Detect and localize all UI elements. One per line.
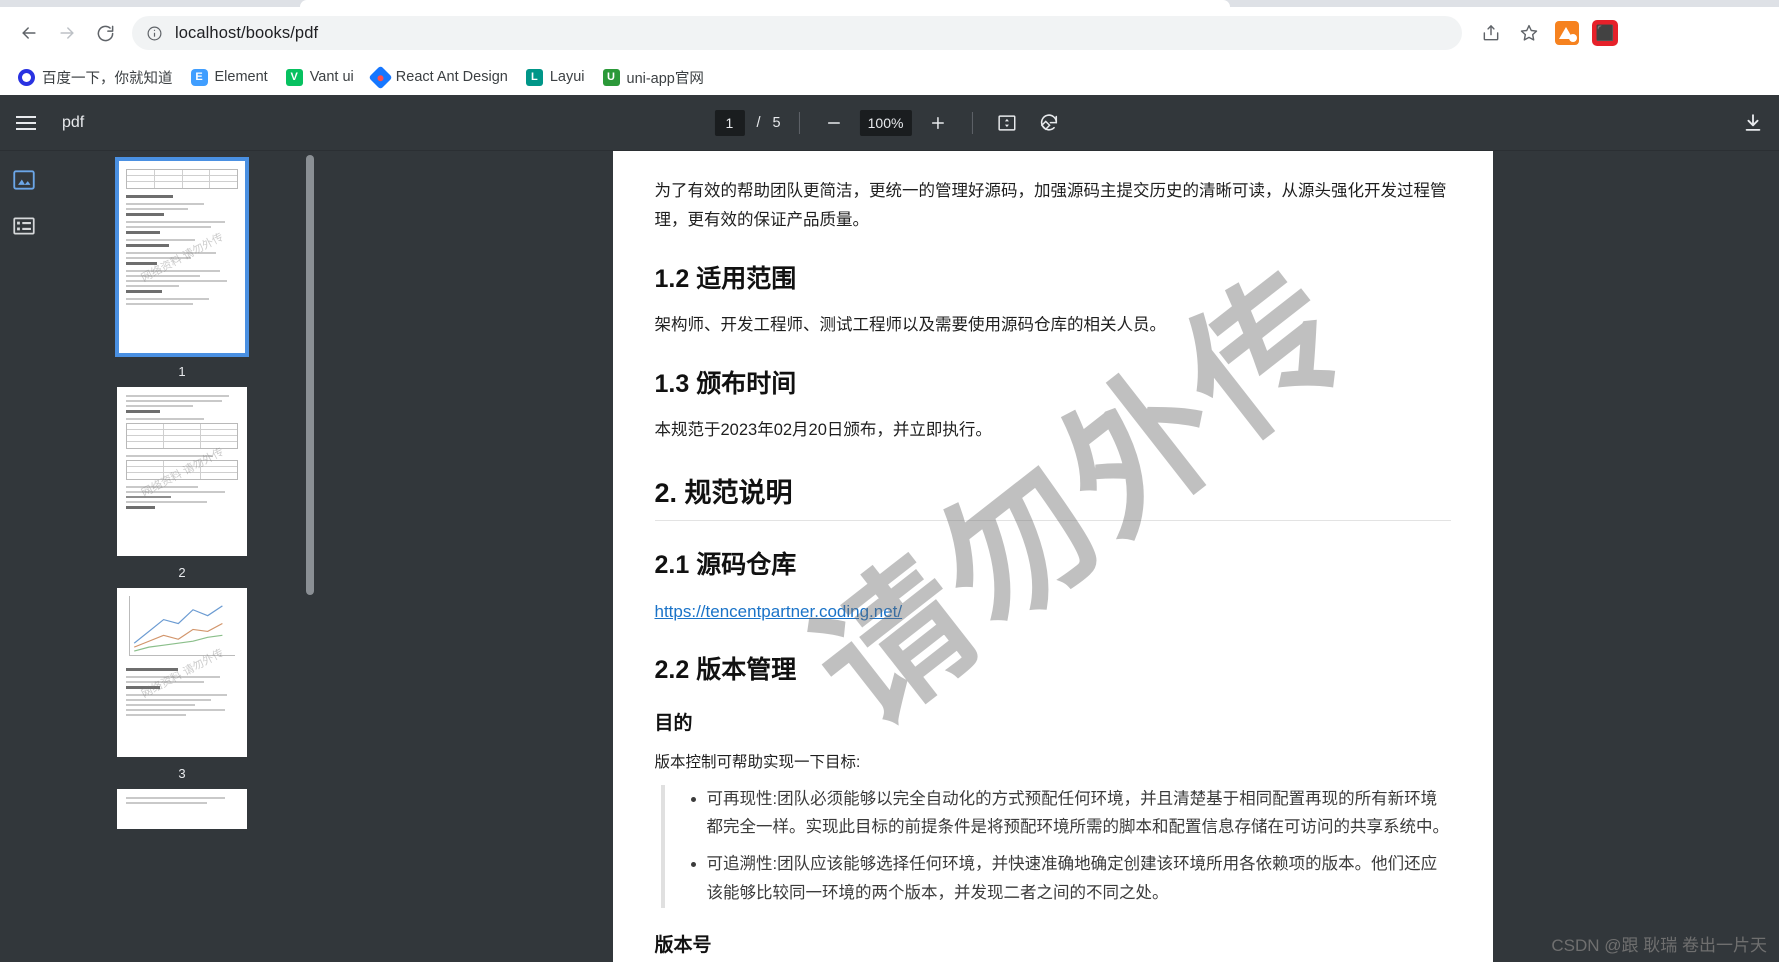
doc-paragraph-1-2: 架构师、开发工程师、测试工程师以及需要使用源码仓库的相关人员。 <box>654 315 1167 334</box>
browser-chrome: localhost/books/pdf ⬛ 百度一下，你就知道 Element … <box>0 0 1779 95</box>
doc-heading-2-2: 2.2 版本管理 <box>654 656 797 685</box>
zoom-level-value[interactable]: 100% <box>859 110 912 136</box>
pdf-right-controls <box>1737 95 1769 151</box>
bookmark-item-baidu[interactable]: 百度一下，你就知道 <box>10 63 181 91</box>
divider <box>798 112 800 134</box>
document-outline-icon[interactable] <box>9 211 39 241</box>
extension-red-icon[interactable]: ⬛ <box>1588 16 1622 50</box>
pdf-page-viewport[interactable]: 为了有效的帮助团队更简洁，更统一的管理好源码，加强源码主提交历史的清晰可读，从源… <box>316 151 1779 962</box>
thumbnail-item[interactable] <box>48 789 316 829</box>
rotate-counterclockwise-icon[interactable] <box>1033 107 1065 139</box>
doc-paragraph-purpose: 版本控制可帮助实现一下目标: <box>654 754 861 772</box>
doc-heading-2: 2. 规范说明 <box>654 471 1451 521</box>
thumbnail-number: 3 <box>178 766 186 781</box>
download-icon[interactable] <box>1737 107 1769 139</box>
vant-icon <box>285 68 303 86</box>
share-icon[interactable] <box>1474 16 1508 50</box>
doc-intro-paragraph: 为了有效的帮助团队更简洁，更统一的管理好源码，加强源码主提交历史的清晰可读，从源… <box>654 182 1447 229</box>
extension-orange-icon[interactable] <box>1550 16 1584 50</box>
doc-heading-1-2: 1.2 适用范围 <box>654 264 797 293</box>
thumbnail-page-4[interactable] <box>117 789 247 829</box>
uniapp-icon <box>602 68 620 86</box>
bookmark-label: Vant ui <box>309 69 354 85</box>
active-tab[interactable] <box>300 0 1230 7</box>
pdf-body: 网络资料 请勿外传 1 网络资料 请勿外传 2 网络资料 请勿外传 3 为了有效… <box>0 151 1779 962</box>
pdf-thumbnail-panel[interactable]: 网络资料 请勿外传 1 网络资料 请勿外传 2 网络资料 请勿外传 3 <box>48 151 316 962</box>
csdn-watermark: CSDN @跟 耿瑞 卷出一片天 <box>1551 936 1767 955</box>
bookmark-item-react-ant-design[interactable]: React Ant Design <box>364 63 516 91</box>
reload-button[interactable] <box>88 16 122 50</box>
doc-heading-version-no: 版本号 <box>654 935 712 956</box>
thumbnail-chart <box>129 596 235 656</box>
pdf-side-rail <box>0 151 48 962</box>
fit-to-page-icon[interactable] <box>991 107 1023 139</box>
thumbnail-item[interactable]: 网络资料 请勿外传 1 <box>48 159 316 379</box>
thumbnail-scrollbar-thumb[interactable] <box>306 155 314 595</box>
bookmark-label: Element <box>214 69 268 85</box>
page-count-label: 5 <box>772 115 781 131</box>
thumbnail-page-1[interactable]: 网络资料 请勿外传 <box>117 159 247 355</box>
pdf-page-content: 为了有效的帮助团队更简洁，更统一的管理好源码，加强源码主提交历史的清晰可读，从源… <box>612 151 1493 962</box>
divider <box>971 112 973 134</box>
element-icon <box>190 68 208 86</box>
page-separator: / <box>756 115 761 131</box>
layui-icon <box>525 68 543 86</box>
tab-strip <box>0 0 1779 7</box>
source-repository-link[interactable]: https://tencentpartner.coding.net/ <box>655 602 903 621</box>
bookmark-label: uni-app官网 <box>626 70 704 87</box>
page-number-input[interactable] <box>714 110 745 136</box>
baidu-icon <box>18 68 35 86</box>
doc-link-paragraph: https://tencentpartner.coding.net/ <box>655 597 1451 627</box>
thumbnails-icon[interactable] <box>9 165 39 195</box>
doc-heading-2-1: 2.1 源码仓库 <box>654 550 797 579</box>
bookmark-item-element[interactable]: Element <box>183 63 276 91</box>
address-bar[interactable]: localhost/books/pdf <box>132 16 1462 50</box>
thumbnail-item[interactable]: 网络资料 请勿外传 3 <box>48 588 316 781</box>
info-circle-icon[interactable] <box>146 25 163 42</box>
zoom-in-button[interactable] <box>922 107 954 139</box>
bookmark-item-uniapp[interactable]: uni-app官网 <box>595 63 712 91</box>
thumbnail-page-2[interactable]: 网络资料 请勿外传 <box>117 387 247 556</box>
react-ant-design-icon <box>368 64 393 90</box>
doc-bullet-item: 可追溯性:团队应该能够选择任何环境，并快速准确地确定创建该环境所用各依赖项的版本… <box>707 850 1451 908</box>
doc-bullet-item: 可再现性:团队必须能够以完全自动化的方式预配任何环境，并且清楚基于相同配置再现的… <box>707 785 1451 843</box>
thumbnail-item[interactable]: 网络资料 请勿外传 2 <box>48 387 316 580</box>
thumbnail-number: 1 <box>178 364 186 379</box>
bookmark-star-icon[interactable] <box>1512 16 1546 50</box>
zoom-out-button[interactable] <box>818 107 850 139</box>
thumbnail-page-3[interactable]: 网络资料 请勿外传 <box>117 588 247 757</box>
thumbnail-number: 2 <box>178 565 186 580</box>
pdf-viewer: pdf / 5 100% <box>0 95 1779 962</box>
pdf-toolbar: pdf / 5 100% <box>0 95 1779 151</box>
pdf-document-title: pdf <box>62 113 85 131</box>
hamburger-menu-icon[interactable] <box>6 103 46 143</box>
pdf-page-controls: / 5 100% <box>714 95 1064 151</box>
bookmark-label: 百度一下，你就知道 <box>42 70 173 87</box>
doc-paragraph-1-3: 本规范于2023年02月20日颁布，并立即执行。 <box>654 420 992 439</box>
bookmarks-bar: 百度一下，你就知道 Element Vant ui React Ant Desi… <box>0 59 1779 95</box>
back-button[interactable] <box>12 16 46 50</box>
doc-bullet-list: 可再现性:团队必须能够以完全自动化的方式预配任何环境，并且清楚基于相同配置再现的… <box>660 784 1451 908</box>
bookmark-item-vant-ui[interactable]: Vant ui <box>278 63 362 91</box>
doc-heading-purpose: 目的 <box>654 713 693 735</box>
bookmark-label: React Ant Design <box>395 69 508 85</box>
browser-toolbar: localhost/books/pdf ⬛ <box>0 7 1779 59</box>
thumbnail-scrollbar[interactable] <box>306 155 314 962</box>
doc-heading-1-3: 1.3 颁布时间 <box>654 369 797 398</box>
bookmark-label: Layui <box>549 69 585 85</box>
address-bar-url: localhost/books/pdf <box>175 23 319 42</box>
bookmark-item-layui[interactable]: Layui <box>518 63 593 91</box>
forward-button[interactable] <box>50 16 84 50</box>
